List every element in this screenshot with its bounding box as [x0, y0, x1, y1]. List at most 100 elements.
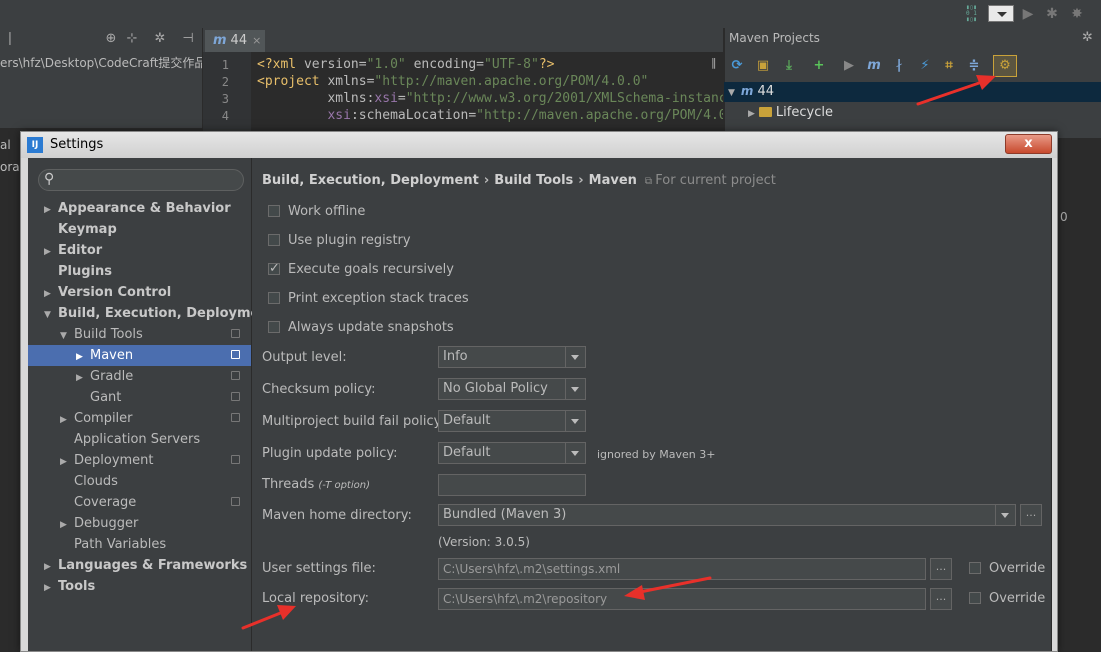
checkbox-box[interactable] [268, 259, 280, 279]
plugin-update-policy-select[interactable]: Default [438, 442, 586, 464]
tree-item-clouds[interactable]: Clouds [28, 471, 251, 492]
user-settings-input[interactable]: C:\Users\hfz\.m2\settings.xml [438, 558, 926, 580]
search-input[interactable]: ⚲ [38, 169, 244, 191]
add-project-icon[interactable]: + [810, 57, 828, 75]
close-tab-icon[interactable]: × [252, 34, 261, 47]
project-path[interactable]: ers\hfz\Desktop\CodeCraft提交作品 [0, 54, 202, 72]
chevron-down-icon[interactable] [995, 505, 1015, 525]
chevron-down-icon[interactable] [565, 443, 585, 463]
project-panel [0, 28, 202, 128]
checkbox-box[interactable] [268, 205, 280, 217]
use-plugin-registry-checkbox[interactable]: Use plugin registry [268, 231, 411, 251]
close-button[interactable]: x [1005, 134, 1052, 154]
generate-sources-icon[interactable]: ▣ [754, 57, 772, 75]
tree-item-version-control[interactable]: ▶ Version Control [28, 282, 251, 303]
chevron-right-icon[interactable]: ▶ [76, 347, 86, 368]
tree-item-compiler[interactable]: ▶ Compiler [28, 408, 251, 429]
tree-item-debugger[interactable]: ▶ Debugger [28, 513, 251, 534]
checkbox-box[interactable] [969, 562, 981, 574]
multiproject-fail-policy-select[interactable]: Default [438, 410, 586, 432]
panel-toggle-icon[interactable]: ❘ [2, 31, 18, 47]
user-settings-browse-button[interactable]: ... [930, 558, 952, 580]
checkbox-box[interactable] [268, 234, 280, 246]
maven-home-select[interactable]: Bundled (Maven 3) [438, 504, 1016, 526]
dialog-titlebar[interactable] [21, 132, 1057, 158]
work-offline-checkbox[interactable]: Work offline [268, 202, 365, 222]
tree-item-appearance-behavior[interactable]: ▶ Appearance & Behavior [28, 198, 251, 219]
debug-icon[interactable]: ✱ [1043, 5, 1061, 23]
gear-icon[interactable]: ✲ [1082, 30, 1093, 45]
offline-mode-icon[interactable]: ⚡ [916, 57, 934, 75]
scroll-from-source-icon[interactable]: ⊕ [103, 31, 119, 47]
skip-tests-icon[interactable]: ∤ [890, 57, 908, 75]
tree-item-build-tools[interactable]: ▼ Build Tools [28, 324, 251, 345]
gear-icon[interactable]: ✲ [152, 31, 168, 47]
tree-item-maven[interactable]: ▶ Maven [28, 345, 251, 366]
print-exception-stack-traces-checkbox[interactable]: Print exception stack traces [268, 289, 469, 309]
checkbox-box[interactable] [268, 292, 280, 304]
chevron-right-icon[interactable]: ▶ [60, 515, 70, 536]
reimport-icon[interactable]: ⟳ [728, 57, 746, 75]
chevron-right-icon[interactable]: ▶ [44, 242, 54, 263]
tree-item-languages-frameworks[interactable]: ▶ Languages & Frameworks [28, 555, 251, 576]
chevron-right-icon[interactable]: ▶ [76, 368, 86, 389]
editor-tab[interactable]: m 44 × [205, 30, 265, 52]
local-repository-override-checkbox[interactable]: Override [969, 589, 1045, 609]
threads-input[interactable] [438, 474, 586, 496]
tree-item-tools[interactable]: ▶ Tools [28, 576, 251, 597]
maven-project-node[interactable]: ▼ m 44 [728, 84, 774, 99]
tree-item-plugins[interactable]: Plugins [28, 261, 251, 282]
checkbox-label: Use plugin registry [288, 233, 411, 248]
chevron-down-icon[interactable] [565, 411, 585, 431]
checkbox-label: Always update snapshots [288, 320, 454, 335]
checkbox-box[interactable] [268, 321, 280, 333]
code-content[interactable]: <?xml version="1.0" encoding="UTF-8"?> <… [257, 56, 723, 132]
run-configuration-dropdown[interactable] [988, 5, 1014, 22]
chevron-right-icon[interactable]: ▶ [60, 410, 70, 431]
run-icon[interactable]: ▶ [1019, 5, 1037, 23]
maven-lifecycle-node[interactable]: ▶ Lifecycle [748, 105, 833, 120]
maven-home-browse-button[interactable]: ... [1020, 504, 1042, 526]
checksum-policy-select[interactable]: No Global Policy [438, 378, 586, 400]
editor-tab-label: 44 [230, 33, 248, 48]
local-repository-input[interactable]: C:\Users\hfz\.m2\repository [438, 588, 926, 610]
chevron-right-icon[interactable]: ▶ [44, 200, 54, 221]
chevron-down-icon[interactable] [565, 379, 585, 399]
tree-item-gant[interactable]: Gant [28, 387, 251, 408]
tree-item-keymap[interactable]: Keymap [28, 219, 251, 240]
chevron-right-icon[interactable]: ▶ [44, 557, 54, 578]
run-goal-icon[interactable]: ▶ [840, 57, 858, 75]
user-settings-override-checkbox[interactable]: Override [969, 559, 1045, 579]
checkbox-box[interactable] [969, 592, 981, 604]
chevron-right-icon[interactable]: ▶ [60, 452, 70, 473]
chevron-right-icon[interactable]: ▶ [44, 284, 54, 305]
hide-panel-icon[interactable]: ⊣ [180, 31, 196, 47]
chevron-right-icon[interactable]: ▶ [44, 578, 54, 599]
tree-item-gradle[interactable]: ▶ Gradle [28, 366, 251, 387]
collapse-all-icon[interactable]: ≑ [965, 57, 983, 75]
chevron-down-icon[interactable]: ▼ [60, 326, 70, 347]
chevron-down-icon[interactable]: ▼ [44, 305, 54, 326]
output-level-select[interactable]: Info [438, 346, 586, 368]
pin-icon[interactable]: ‖ [711, 56, 717, 69]
tree-item-deployment[interactable]: ▶ Deployment [28, 450, 251, 471]
content-border [1051, 158, 1052, 651]
show-dependencies-icon[interactable]: ⌗ [940, 57, 958, 75]
dialog-title: Settings [50, 137, 104, 152]
always-update-snapshots-checkbox[interactable]: Always update snapshots [268, 318, 454, 338]
download-sources-icon[interactable]: ⤓ [780, 57, 798, 75]
settings-dialog: IJ Settings x ⚲ ▶ Appearance & Behavior Ke… [20, 131, 1058, 652]
tree-item-build-execution-deployment[interactable]: ▼ Build, Execution, Deployment [28, 303, 275, 326]
chevron-down-icon[interactable] [565, 347, 585, 367]
execute-goal-icon[interactable]: m [865, 57, 883, 75]
tree-item-application-servers[interactable]: Application Servers [28, 429, 251, 450]
vcs-icon[interactable]: ▮▯▮ 0 1 ▮▯▮ [966, 5, 982, 23]
collapse-all-icon[interactable]: ⊹ [124, 31, 140, 47]
maven-settings-icon[interactable]: ⚙ [996, 57, 1014, 75]
tree-item-coverage[interactable]: Coverage [28, 492, 251, 513]
execute-goals-recursively-checkbox[interactable]: Execute goals recursively [268, 259, 454, 280]
coverage-icon[interactable]: ✸ [1068, 5, 1086, 23]
tree-item-path-variables[interactable]: Path Variables [28, 534, 251, 555]
tree-item-editor[interactable]: ▶ Editor [28, 240, 251, 261]
local-repository-browse-button[interactable]: ... [930, 588, 952, 610]
